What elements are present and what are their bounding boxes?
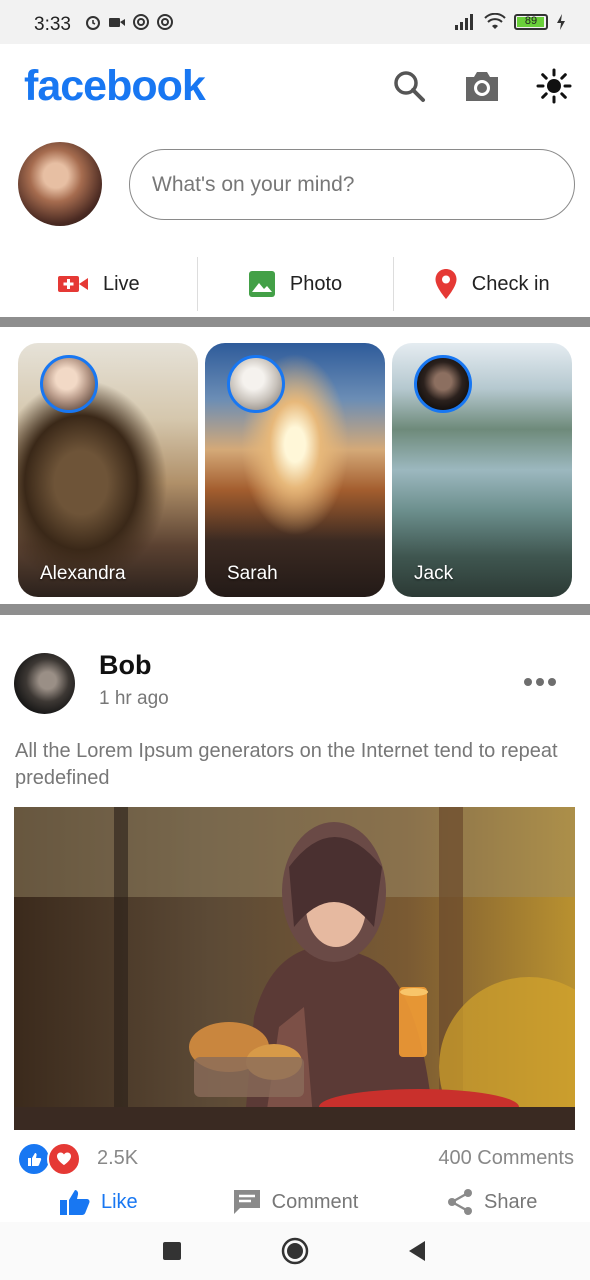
- like-label: Like: [100, 1190, 138, 1213]
- post-author-avatar[interactable]: [14, 653, 75, 714]
- reaction-icons[interactable]: [17, 1142, 81, 1176]
- brightness-button[interactable]: [534, 66, 574, 106]
- facebook-logo: facebook: [24, 62, 206, 110]
- photo-icon: [248, 271, 275, 297]
- composer: What's on your mind?: [0, 140, 590, 230]
- recents-button[interactable]: [157, 1236, 187, 1266]
- live-video-icon: [57, 276, 88, 292]
- post-image[interactable]: [14, 807, 575, 1130]
- comment-button[interactable]: Comment: [197, 1182, 394, 1222]
- more-options-icon[interactable]: [524, 678, 556, 686]
- post-header: Bob 1 hr ago: [0, 648, 590, 718]
- thumbs-up-icon: [59, 1190, 90, 1215]
- post-author[interactable]: Bob: [99, 650, 151, 681]
- status-right-icons: 89: [454, 13, 566, 31]
- comment-icon: [233, 1190, 260, 1214]
- home-circle-icon: [281, 1237, 309, 1265]
- section-divider: [0, 317, 590, 327]
- story-avatar: [40, 355, 98, 413]
- status-left-icons: [84, 13, 174, 31]
- comments-count[interactable]: 400 Comments: [438, 1147, 574, 1170]
- alarm-icon: [86, 16, 100, 30]
- sync-icon: [133, 14, 149, 30]
- story-avatar: [227, 355, 285, 413]
- section-divider: [0, 604, 590, 615]
- story-name: Alexandra: [40, 563, 126, 584]
- share-button[interactable]: Share: [393, 1182, 590, 1222]
- back-triangle-icon: [409, 1241, 425, 1261]
- home-button[interactable]: [280, 1236, 310, 1266]
- status-bar: 3:33 89: [0, 0, 590, 44]
- post-time: 1 hr ago: [99, 688, 169, 709]
- comment-label: Comment: [271, 1190, 359, 1213]
- story-name: Sarah: [227, 563, 278, 584]
- live-button[interactable]: Live: [0, 255, 197, 313]
- photo-button[interactable]: Photo: [196, 255, 394, 313]
- app-bar: facebook: [0, 44, 590, 130]
- brightness-icon: [536, 68, 572, 104]
- battery-level: 89: [524, 15, 538, 27]
- search-button[interactable]: [389, 66, 429, 106]
- checkin-button[interactable]: Check in: [393, 255, 590, 313]
- vpn-icon: [157, 14, 173, 30]
- my-avatar[interactable]: [18, 142, 102, 226]
- composer-actions: Live Photo Check in: [0, 255, 590, 313]
- like-button[interactable]: Like: [0, 1182, 197, 1222]
- story-name: Jack: [414, 563, 454, 584]
- stories-row: Alexandra Sarah Jack: [0, 343, 590, 598]
- story-card[interactable]: Alexandra: [18, 343, 198, 597]
- photo-label: Photo: [289, 272, 343, 295]
- recents-square-icon: [163, 1242, 181, 1260]
- post-photo: [14, 807, 575, 1130]
- video-icon: [109, 18, 125, 27]
- back-button[interactable]: [402, 1236, 432, 1266]
- status-time: 3:33: [34, 14, 71, 35]
- story-card[interactable]: Sarah: [205, 343, 385, 597]
- signal-icon: [455, 14, 473, 30]
- wifi-icon: [484, 13, 506, 29]
- post-actions: Like Comment Share: [0, 1182, 590, 1222]
- camera-icon: [466, 72, 498, 101]
- search-icon: [394, 71, 425, 102]
- checkin-label: Check in: [471, 272, 550, 295]
- location-pin-icon: [435, 269, 457, 299]
- story-card[interactable]: Jack: [392, 343, 572, 597]
- love-reaction-icon: [47, 1142, 81, 1176]
- camera-button[interactable]: [462, 66, 502, 106]
- charging-icon: [557, 14, 565, 30]
- likes-count[interactable]: 2.5K: [97, 1147, 138, 1170]
- like-reaction-icon: [17, 1142, 51, 1176]
- share-label: Share: [483, 1190, 538, 1213]
- post-text: All the Lorem Ipsum generators on the In…: [15, 740, 558, 789]
- post-reactions: 2.5K 400 Comments: [0, 1142, 590, 1176]
- story-avatar: [414, 355, 472, 413]
- share-icon: [447, 1189, 472, 1215]
- live-label: Live: [102, 272, 140, 295]
- status-input[interactable]: What's on your mind?: [129, 149, 575, 220]
- battery-icon: 89: [514, 14, 548, 30]
- system-nav-bar: [0, 1222, 590, 1280]
